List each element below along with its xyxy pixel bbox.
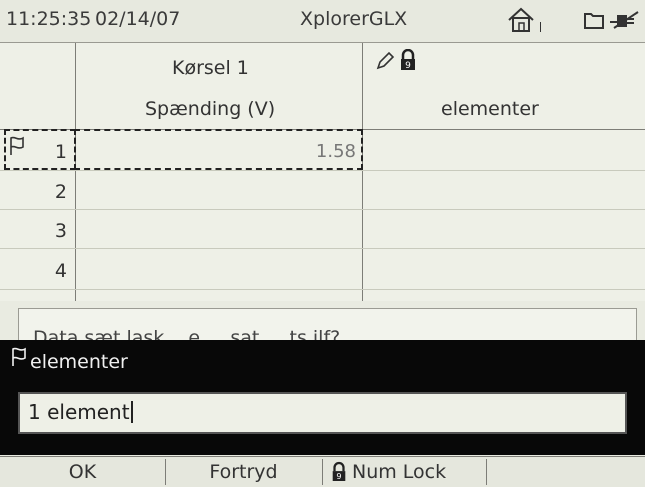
row-divider (0, 248, 645, 249)
status-date: 02/14/07 (95, 8, 181, 30)
app-title: XplorerGLX (300, 8, 408, 30)
input-value: 1 element (28, 400, 130, 424)
row-divider (0, 170, 645, 171)
row-number: 2 (54, 181, 67, 203)
background-prompt: Data sæt lask ...e ... sat ... ts ilf? (18, 308, 637, 342)
plug-icon (608, 10, 642, 34)
row-number: 4 (54, 260, 67, 282)
cancel-button[interactable]: Fortryd (166, 457, 321, 487)
elements-column-header[interactable]: elementer (441, 98, 539, 120)
empty-softkey[interactable] (487, 457, 645, 487)
svg-text:9: 9 (405, 61, 411, 71)
softkey-bar: OK Fortryd 9 Num Lock (0, 456, 645, 487)
svg-text:9: 9 (336, 471, 341, 481)
row-number: 3 (54, 220, 67, 242)
row-divider (0, 209, 645, 210)
text-caret (130, 401, 133, 423)
lock-icon: 9 (330, 461, 348, 487)
row-divider (0, 289, 645, 290)
ok-button[interactable]: OK (0, 457, 165, 487)
num-lock-button[interactable]: Num Lock (352, 457, 482, 487)
cell-value[interactable]: 1.58 (80, 141, 356, 162)
lock-icon: 9 (398, 48, 418, 75)
voltage-column-header[interactable]: Spænding (V) (145, 98, 275, 120)
flag-icon (10, 346, 28, 372)
softkey-divider (322, 459, 323, 485)
pencil-icon (375, 51, 395, 75)
data-table: Kørsel 1 Spænding (V) 9 elementer 1 2 3 … (0, 43, 645, 301)
selected-row-marker (4, 129, 76, 170)
folder-icon[interactable] (583, 10, 605, 34)
dialog-title: elementer (30, 351, 128, 373)
home-icon[interactable] (506, 6, 536, 38)
column-divider (75, 43, 76, 301)
column-divider (362, 43, 363, 301)
status-bar: 11:25:35 02/14/07 XplorerGLX (0, 0, 645, 43)
element-name-input[interactable]: 1 element (18, 392, 627, 434)
run-header: Kørsel 1 (172, 57, 249, 79)
separator (540, 22, 541, 32)
status-time: 11:25:35 (6, 8, 92, 30)
